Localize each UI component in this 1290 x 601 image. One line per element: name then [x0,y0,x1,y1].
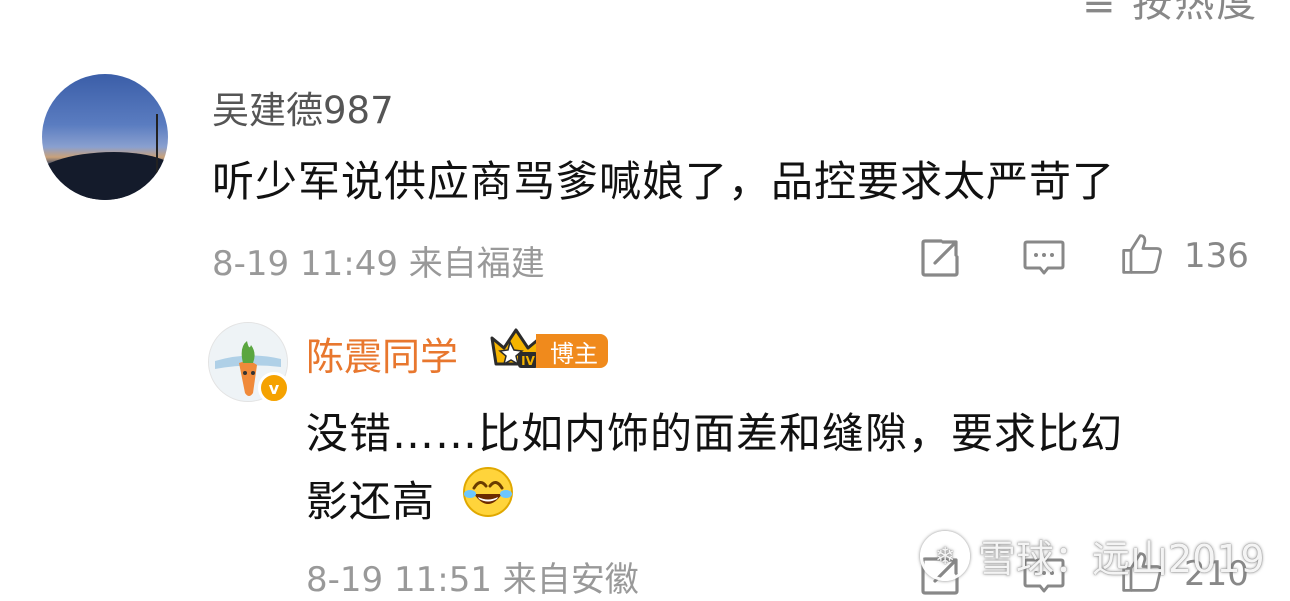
comment-meta: 8-19 11:49 来自福建 [212,236,545,285]
reply-location: 来自安徽 [502,560,639,600]
avatar[interactable] [42,74,168,200]
comment-username[interactable]: 吴建德987 [212,80,394,134]
comment-time: 8-19 11:49 [212,244,398,284]
reply-username[interactable]: 陈震同学 [306,326,458,381]
comment-text: 听少军说供应商骂爹喊娘了，品控要求太严苛了 [212,157,1116,206]
comment-button[interactable] [1022,236,1066,280]
reply-meta: 8-19 11:51 来自安徽 [306,552,639,601]
share-button[interactable] [918,236,962,280]
like-count: 136 [1184,236,1249,276]
comment-icon [1023,240,1065,275]
like-icon [1122,234,1162,274]
blogger-badge: 博主 [536,334,608,368]
comment-location: 来自福建 [408,244,545,284]
verified-badge: v [258,372,290,404]
sort-toggle[interactable]: ≡ 按热度 [1082,0,1258,28]
reply-time: 8-19 11:51 [306,560,492,600]
laughing-crying-emoji-icon [463,467,513,517]
reply-text-line2: 影还高 [306,477,436,526]
snowball-logo-icon: ❄ [920,530,970,581]
svg-text:IV: IV [521,354,535,368]
reply-text-line1: 没错……比如内饰的面差和缝隙，要求比幻 [306,409,1124,458]
share-icon [921,239,959,277]
watermark-text: 雪球：远山2019 [978,537,1265,581]
watermark: ❄ 雪球：远山2019 [920,528,1265,583]
like-button[interactable] [1120,232,1164,276]
